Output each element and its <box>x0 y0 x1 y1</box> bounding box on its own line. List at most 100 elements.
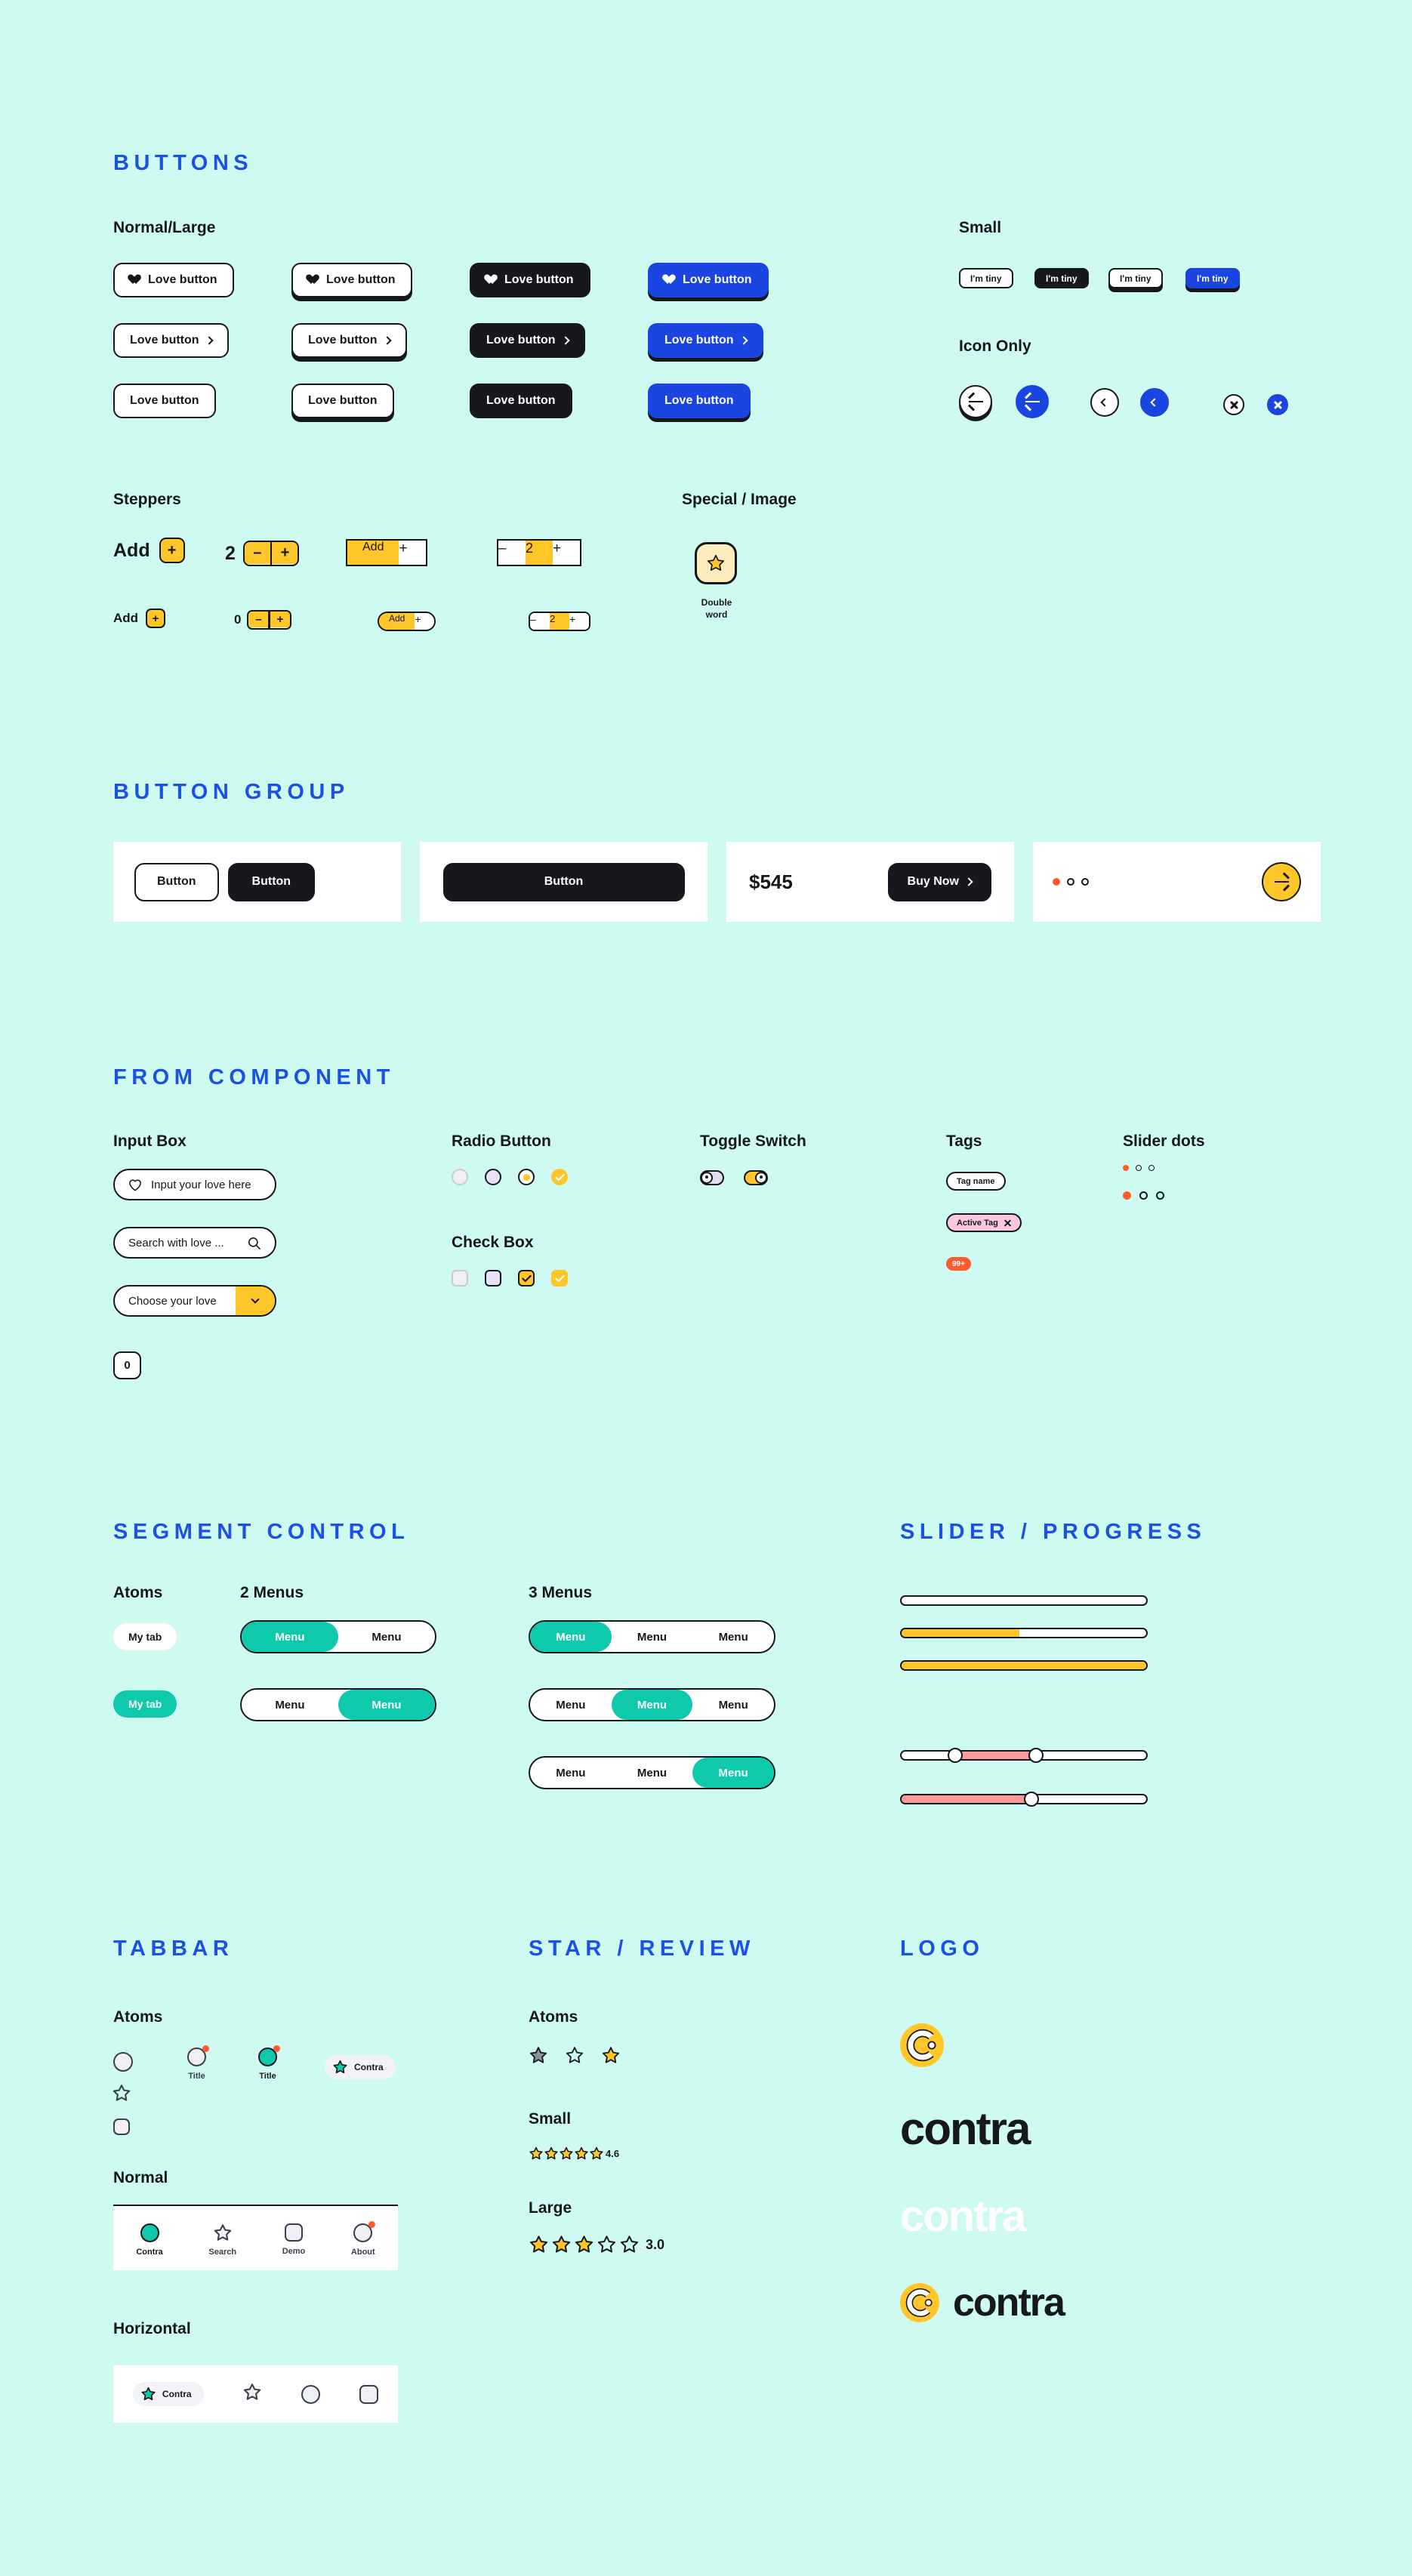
special-image-card[interactable] <box>695 542 737 584</box>
button-secondary[interactable]: Button <box>134 862 219 901</box>
tiny-button-dark[interactable]: I'm tiny <box>1034 268 1089 288</box>
love-button-dark-plain[interactable]: Love button <box>470 384 572 418</box>
next-arrow-button[interactable] <box>1262 862 1301 901</box>
love-button-dark-chevron[interactable]: Love button <box>470 323 585 358</box>
stepper-add-label[interactable]: Add <box>379 613 415 630</box>
stepper-minus-value-plus-small[interactable]: – 2 + <box>529 612 590 631</box>
love-button-outline-heart[interactable]: Love button <box>113 263 234 297</box>
progress-bar-partial[interactable] <box>900 1628 1148 1638</box>
segment-item[interactable]: Menu <box>530 1758 612 1788</box>
radio-unchecked[interactable] <box>485 1169 501 1185</box>
plus-button[interactable]: + <box>272 542 298 564</box>
range-slider[interactable] <box>900 1748 1148 1763</box>
search-input[interactable]: Search with love ... <box>113 1227 276 1259</box>
segment-control-2-active-first[interactable]: Menu Menu <box>240 1620 436 1653</box>
checkbox-checked-outline[interactable] <box>518 1270 535 1286</box>
slider-dot[interactable] <box>1139 1191 1148 1200</box>
close-button-outline[interactable] <box>1223 394 1244 415</box>
checkbox-disabled[interactable] <box>452 1270 468 1286</box>
segment-item[interactable]: Menu <box>242 1622 338 1652</box>
tabbar-item-contra[interactable]: Contra <box>136 2223 163 2257</box>
love-button-outline-chevron[interactable]: Love button <box>113 323 229 358</box>
slider-dot-active[interactable] <box>1123 1191 1131 1200</box>
love-button-outline-plain-shadow[interactable]: Love button <box>291 384 394 418</box>
plus-button[interactable]: + <box>553 541 580 565</box>
tabbar-horizontal-item-square[interactable] <box>359 2384 379 2404</box>
segment-tab-active[interactable]: My tab <box>113 1690 177 1718</box>
love-button-outline-heart-shadow[interactable]: Love button <box>291 263 412 297</box>
carousel-dot-active[interactable] <box>1053 878 1060 886</box>
single-slider[interactable] <box>900 1792 1148 1807</box>
progress-bar-full[interactable] <box>900 1660 1148 1671</box>
star-icon[interactable] <box>601 2046 621 2065</box>
tag-plain[interactable]: Tag name <box>946 1172 1006 1191</box>
segment-item[interactable]: Menu <box>611 1690 693 1720</box>
chevron-down-icon[interactable] <box>236 1286 275 1315</box>
segment-item[interactable]: Menu <box>692 1690 774 1720</box>
carousel-dots[interactable] <box>1053 878 1089 886</box>
segment-item[interactable]: Menu <box>530 1690 612 1720</box>
button-primary-wide[interactable]: Button <box>442 862 685 901</box>
segment-item[interactable]: Menu <box>692 1758 774 1788</box>
minus-button[interactable]: – <box>248 612 269 627</box>
counter-input[interactable]: 0 <box>113 1351 141 1379</box>
star-atoms[interactable] <box>529 2046 621 2065</box>
tabbar-item-search[interactable]: Search <box>208 2223 236 2257</box>
stepper-counter-large[interactable]: 2 – + <box>225 541 300 566</box>
arrow-left-button-outline[interactable] <box>959 385 992 418</box>
love-button-outline-plain[interactable]: Love button <box>113 384 216 418</box>
segment-item[interactable]: Menu <box>242 1690 338 1720</box>
radio-group[interactable] <box>452 1169 568 1185</box>
plus-button[interactable]: + <box>270 612 290 627</box>
plus-button[interactable]: + <box>399 541 427 565</box>
tiny-button-blue[interactable]: I'm tiny <box>1185 268 1240 288</box>
segment-item[interactable]: Menu <box>612 1622 693 1652</box>
plus-button[interactable]: + <box>415 613 435 630</box>
segment-control-3-active-second[interactable]: Menu Menu Menu <box>529 1688 775 1721</box>
minus-button[interactable]: – <box>244 542 270 564</box>
segment-item[interactable]: Menu <box>692 1622 774 1652</box>
segment-item[interactable]: Menu <box>612 1758 693 1788</box>
toggle-on[interactable] <box>744 1170 768 1185</box>
tabbar-horizontal-item-star[interactable] <box>242 2383 262 2405</box>
segment-item[interactable]: Menu <box>338 1622 435 1652</box>
tiny-button-outline[interactable]: I'm tiny <box>959 268 1013 288</box>
radio-disabled[interactable] <box>452 1169 468 1185</box>
stepper-minus-value-plus-large[interactable]: – 2 + <box>497 539 581 566</box>
love-button-outline-chevron-shadow[interactable]: Love button <box>291 323 407 358</box>
circle-icon[interactable] <box>113 2052 133 2072</box>
star-rating-large[interactable]: 3.0 <box>529 2235 664 2254</box>
slider-handle[interactable] <box>1023 1792 1039 1807</box>
slider-dots-large[interactable] <box>1123 1191 1164 1200</box>
choose-select[interactable]: Choose your love <box>113 1285 276 1317</box>
segment-item[interactable]: Menu <box>530 1622 612 1652</box>
segment-control-2-active-second[interactable]: Menu Menu <box>240 1688 436 1721</box>
slider-dot[interactable] <box>1156 1191 1164 1200</box>
stepper-add-pill-small[interactable]: Add + <box>378 612 436 631</box>
plus-button[interactable]: + <box>159 538 185 563</box>
tabbar-atom-active-title[interactable]: Title <box>258 2045 280 2081</box>
carousel-dot[interactable] <box>1081 878 1089 886</box>
checkbox-checked-filled[interactable] <box>551 1270 568 1286</box>
close-icon[interactable] <box>1004 1219 1012 1227</box>
progress-bar-empty[interactable] <box>900 1595 1148 1606</box>
tiny-button-outline-shadow[interactable]: I'm tiny <box>1108 268 1163 288</box>
range-slider-handle-upper[interactable] <box>1028 1748 1044 1763</box>
toggle-off[interactable] <box>700 1170 724 1185</box>
segment-control-3-active-first[interactable]: Menu Menu Menu <box>529 1620 775 1653</box>
button-primary[interactable]: Button <box>227 862 316 901</box>
slider-dots-small[interactable] <box>1123 1165 1155 1171</box>
minus-button[interactable]: – <box>498 541 526 565</box>
range-slider-handle-lower[interactable] <box>948 1748 963 1763</box>
minus-button[interactable]: – <box>530 613 550 630</box>
slider-dot[interactable] <box>1148 1165 1155 1171</box>
square-icon[interactable] <box>113 2118 130 2135</box>
tabbar-horizontal-item-contra[interactable]: Contra <box>132 2382 204 2406</box>
stepper-add-label[interactable]: Add <box>347 541 399 565</box>
tabbar-item-about[interactable]: About <box>351 2220 376 2257</box>
tag-active[interactable]: Active Tag <box>946 1213 1022 1232</box>
love-button-dark-heart[interactable]: Love button <box>470 263 590 297</box>
slider-dot-active[interactable] <box>1123 1165 1129 1171</box>
love-button-blue-plain[interactable]: Love button <box>648 384 751 418</box>
stepper-add-small[interactable]: Add + <box>113 609 166 628</box>
